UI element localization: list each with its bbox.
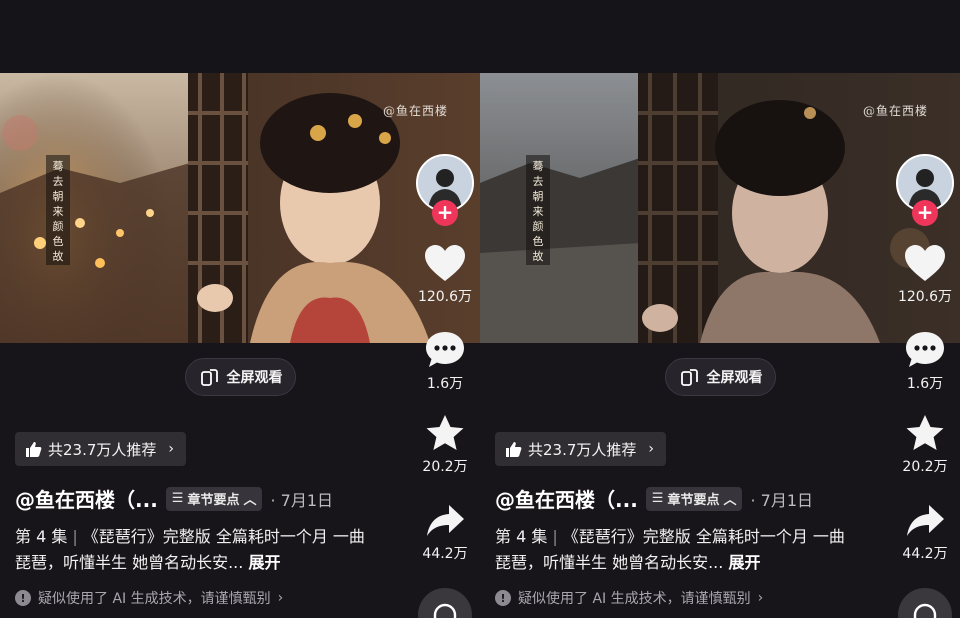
author-line: @鱼在西楼（... ☰ 章节要点 ︿ · 7月1日 bbox=[15, 484, 333, 513]
like-button[interactable]: 120.6万 bbox=[414, 244, 476, 306]
video-card-2: @鱼在西楼 蓦去朝来颜色故 全屏观看 共23.7万人推荐 › @鱼在西楼（...… bbox=[480, 0, 960, 618]
recommend-pill[interactable]: 共23.7万人推荐 › bbox=[15, 432, 187, 466]
comment-icon bbox=[426, 332, 464, 367]
like-count: 120.6万 bbox=[897, 289, 953, 305]
warning-icon: ! bbox=[15, 590, 31, 606]
favorite-count: 20.2万 bbox=[902, 459, 948, 475]
ai-notice-text: 疑似使用了 AI 生成技术，请谨慎甄别 bbox=[38, 591, 271, 607]
share-count: 44.2万 bbox=[902, 546, 948, 562]
comment-button[interactable]: 1.6万 bbox=[894, 331, 956, 393]
author-name[interactable]: @鱼在西楼（... bbox=[495, 484, 638, 513]
expand-button[interactable]: 展开 bbox=[248, 553, 280, 572]
author-line: @鱼在西楼（... ☰ 章节要点 ︿ · 7月1日 bbox=[495, 484, 813, 513]
thumbs-up-icon bbox=[506, 441, 522, 457]
author-avatar-wrap[interactable]: + bbox=[416, 154, 474, 226]
ai-notice[interactable]: ! 疑似使用了 AI 生成技术，请谨慎甄别 › bbox=[495, 588, 763, 608]
post-date: · 7月1日 bbox=[750, 490, 814, 510]
like-button[interactable]: 120.6万 bbox=[894, 244, 956, 306]
share-button[interactable]: 44.2万 bbox=[414, 503, 476, 563]
video-description[interactable]: 第 4 集 | 《琵琶行》完整版 全篇耗时一个月 一曲琵琶，听懂半生 她曾名动长安.… bbox=[15, 524, 365, 576]
ai-notice[interactable]: ! 疑似使用了 AI 生成技术，请谨慎甄别 › bbox=[15, 588, 283, 608]
share-arrow-icon bbox=[907, 505, 944, 536]
list-icon: ☰ bbox=[171, 491, 184, 506]
fullscreen-button[interactable]: 全屏观看 bbox=[185, 358, 296, 396]
separator: | bbox=[72, 527, 78, 546]
fullscreen-icon bbox=[680, 369, 698, 386]
warning-icon: ! bbox=[495, 590, 511, 606]
author-avatar-wrap[interactable]: + bbox=[896, 154, 954, 226]
chevron-up-icon: ︿ bbox=[243, 493, 257, 508]
comment-count: 1.6万 bbox=[906, 376, 944, 392]
comment-icon bbox=[906, 332, 944, 367]
video-description[interactable]: 第 4 集 | 《琵琶行》完整版 全篇耗时一个月 一曲琵琶，听懂半生 她曾名动长安.… bbox=[495, 524, 845, 576]
headphones-icon bbox=[433, 603, 457, 618]
fullscreen-label: 全屏观看 bbox=[706, 370, 763, 386]
chapter-label: 章节要点 bbox=[187, 493, 240, 508]
vertical-caption: 蓦去朝来颜色故 bbox=[46, 155, 70, 265]
fullscreen-label: 全屏观看 bbox=[226, 370, 283, 386]
heart-icon bbox=[425, 245, 465, 281]
action-rail: + 120.6万 1.6万 20.2万 44.2万 bbox=[894, 0, 956, 618]
favorite-button[interactable]: 20.2万 bbox=[414, 414, 476, 476]
music-disc-button[interactable] bbox=[898, 588, 952, 618]
episode-label: 第 4 集 bbox=[15, 527, 68, 546]
recommend-label: 共23.7万人推荐 bbox=[48, 440, 157, 459]
vertical-caption: 蓦去朝来颜色故 bbox=[526, 155, 550, 265]
music-disc-button[interactable] bbox=[418, 588, 472, 618]
chevron-right-icon: › bbox=[277, 590, 284, 606]
chapter-button[interactable]: ☰ 章节要点 ︿ bbox=[165, 486, 263, 511]
fullscreen-icon bbox=[200, 369, 218, 386]
list-icon: ☰ bbox=[651, 491, 664, 506]
like-count: 120.6万 bbox=[417, 289, 473, 305]
thumbs-up-icon bbox=[26, 441, 42, 457]
separator: | bbox=[552, 527, 558, 546]
chevron-right-icon: › bbox=[648, 441, 655, 457]
favorite-count: 20.2万 bbox=[422, 459, 468, 475]
expand-button[interactable]: 展开 bbox=[728, 553, 760, 572]
chapter-button[interactable]: ☰ 章节要点 ︿ bbox=[645, 486, 743, 511]
star-icon bbox=[426, 415, 464, 450]
description-text: 《琵琶行》完整版 全篇耗时一个月 一曲琵琶，听懂半生 她曾名动长安... bbox=[495, 527, 845, 572]
chevron-right-icon: › bbox=[757, 590, 764, 606]
description-text: 《琵琶行》完整版 全篇耗时一个月 一曲琵琶，听懂半生 她曾名动长安... bbox=[15, 527, 365, 572]
follow-button[interactable]: + bbox=[912, 200, 938, 226]
comment-button[interactable]: 1.6万 bbox=[414, 331, 476, 393]
star-icon bbox=[906, 415, 944, 450]
author-name[interactable]: @鱼在西楼（... bbox=[15, 484, 158, 513]
recommend-pill[interactable]: 共23.7万人推荐 › bbox=[495, 432, 667, 466]
recommend-label: 共23.7万人推荐 bbox=[528, 440, 637, 459]
headphones-icon bbox=[913, 603, 937, 618]
share-button[interactable]: 44.2万 bbox=[894, 503, 956, 563]
chevron-right-icon: › bbox=[168, 441, 175, 457]
comment-count: 1.6万 bbox=[426, 376, 464, 392]
action-rail: + 120.6万 1.6万 20.2万 44.2万 bbox=[414, 0, 476, 618]
fullscreen-button[interactable]: 全屏观看 bbox=[665, 358, 776, 396]
chevron-up-icon: ︿ bbox=[723, 493, 737, 508]
video-card-1: @鱼在西楼 蓦去朝来颜色故 全屏观看 共23.7万人推荐 › @鱼在西楼（...… bbox=[0, 0, 480, 618]
share-count: 44.2万 bbox=[422, 546, 468, 562]
episode-label: 第 4 集 bbox=[495, 527, 548, 546]
post-date: · 7月1日 bbox=[270, 490, 334, 510]
favorite-button[interactable]: 20.2万 bbox=[894, 414, 956, 476]
share-arrow-icon bbox=[427, 505, 464, 536]
ai-notice-text: 疑似使用了 AI 生成技术，请谨慎甄别 bbox=[518, 591, 751, 607]
follow-button[interactable]: + bbox=[432, 200, 458, 226]
heart-icon bbox=[905, 245, 945, 281]
chapter-label: 章节要点 bbox=[667, 493, 720, 508]
